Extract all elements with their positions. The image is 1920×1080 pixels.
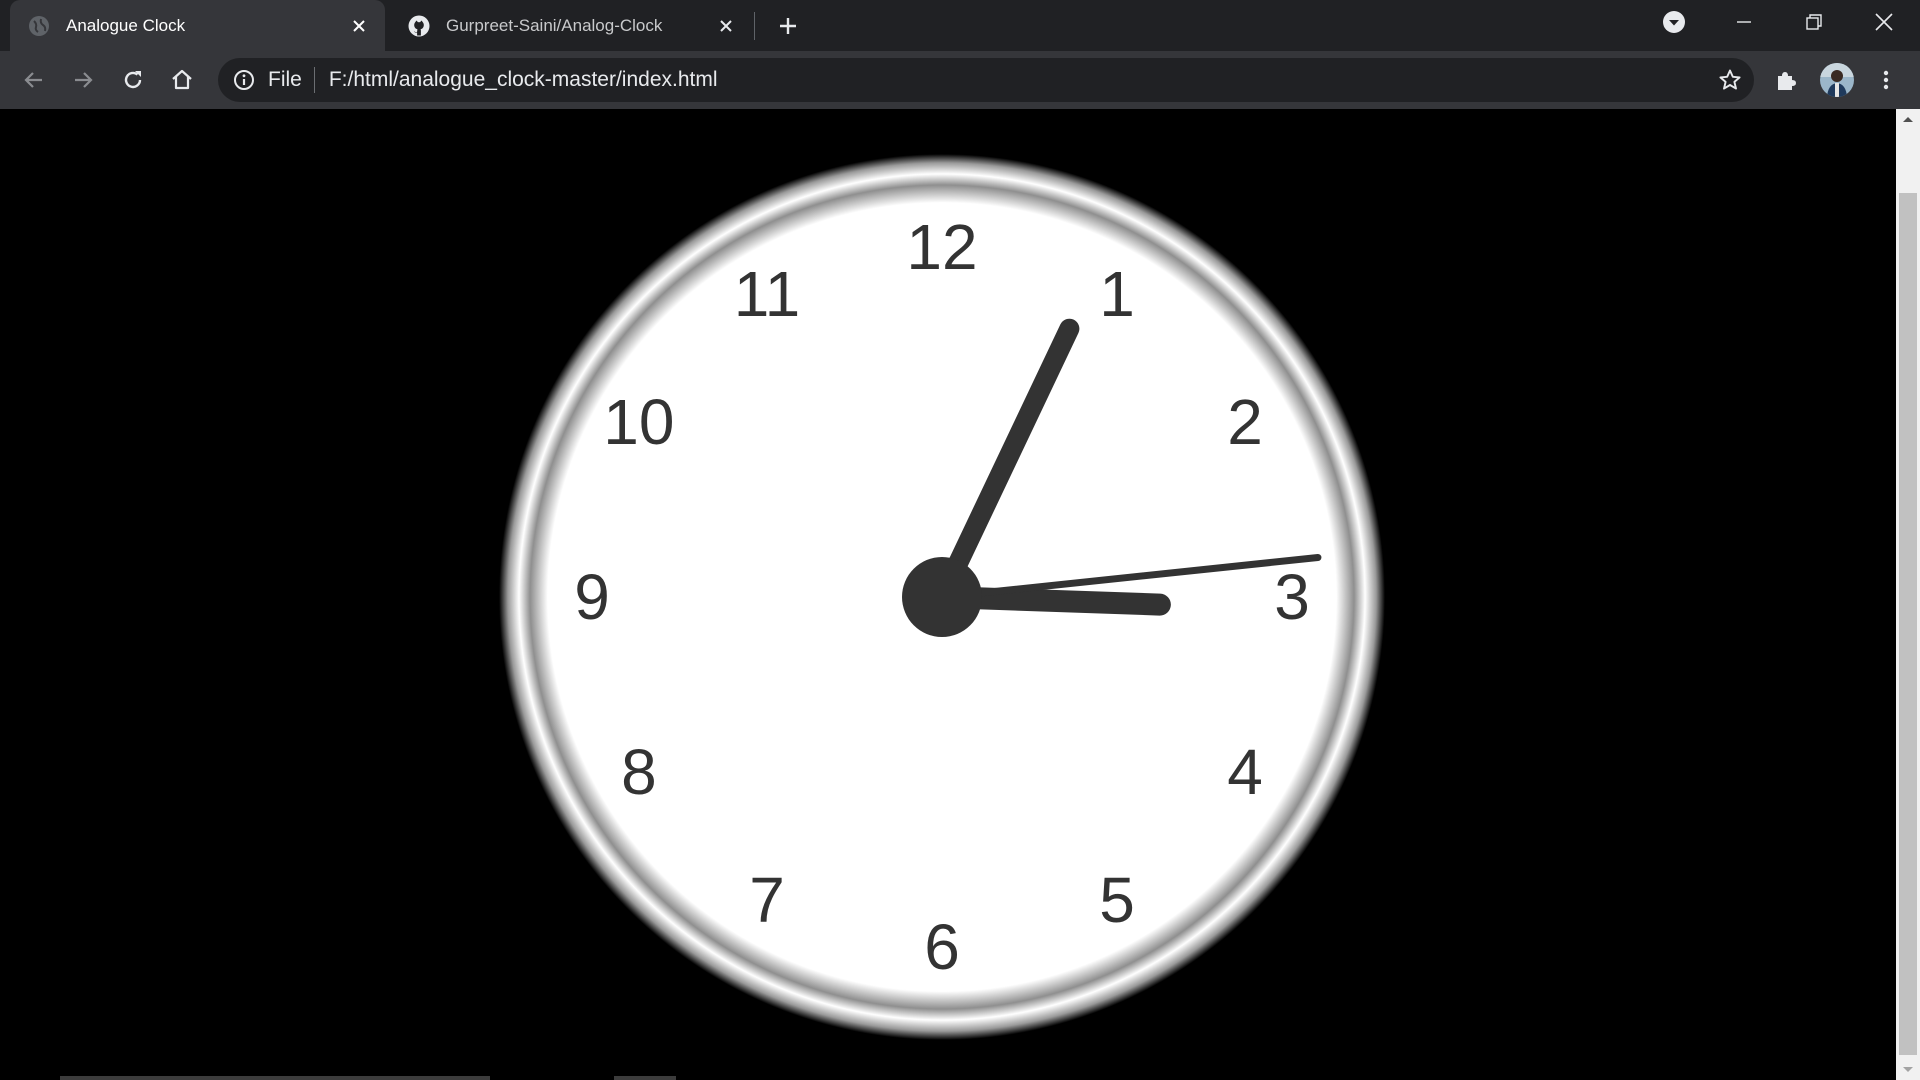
clock-number: 10 [603,386,674,458]
minimize-button[interactable] [1714,0,1774,44]
scroll-up-icon[interactable] [1896,109,1920,129]
url-scheme-label: File [268,68,302,91]
browser-toolbar: File F:/html/analogue_clock-master/index… [0,51,1920,109]
vertical-scrollbar[interactable] [1896,109,1920,1080]
close-icon[interactable] [349,16,369,36]
tab-title: Analogue Clock [66,15,186,35]
restore-button[interactable] [1784,0,1844,44]
bookmark-star-icon[interactable] [1718,68,1742,92]
extensions-button[interactable] [1770,64,1802,96]
plus-icon [780,18,796,34]
kebab-menu-icon [1883,70,1889,90]
puzzle-icon [1778,72,1796,90]
profile-avatar[interactable] [1820,63,1854,97]
clock-number: 5 [1099,864,1135,936]
address-bar[interactable]: File F:/html/analogue_clock-master/index… [218,58,1754,102]
bottom-bar-segment [60,1076,490,1080]
scrollbar-thumb[interactable] [1899,193,1917,1055]
minimize-icon [1737,21,1751,23]
tab-search-icon [1663,11,1685,33]
tab-analogue-clock[interactable]: Analogue Clock [10,0,385,51]
clock-number: 11 [734,258,800,330]
reload-icon [124,71,142,89]
clock-number: 2 [1227,386,1263,458]
browser-window: Analogue Clock Gurpreet-Saini/Analog-Clo… [0,0,1920,1080]
back-button[interactable] [18,64,50,96]
new-tab-button[interactable] [774,12,802,40]
arrow-right-icon [75,72,93,88]
menu-button[interactable] [1870,64,1902,96]
close-window-button[interactable] [1854,0,1914,44]
forward-button[interactable] [67,64,99,96]
bottom-bar-segment [614,1076,676,1080]
address-divider [313,67,315,93]
clock-number: 3 [1274,561,1310,633]
reload-button[interactable] [117,64,149,96]
tab-separator [754,12,755,40]
clock-number: 4 [1227,736,1263,808]
home-icon [172,69,192,90]
clock-center-cap [902,557,982,637]
clock-number: 7 [749,864,785,936]
clock-number: 9 [574,561,610,633]
scroll-down-icon[interactable] [1896,1060,1920,1080]
info-icon[interactable] [232,68,256,92]
close-icon[interactable] [716,16,736,36]
clock-number: 1 [1099,258,1135,330]
restore-icon [1806,14,1822,30]
tab-strip: Analogue Clock Gurpreet-Saini/Analog-Clo… [0,0,1920,51]
clock-number: 8 [621,736,657,808]
clock-number: 6 [924,911,960,983]
page-viewport: 12 1 2 3 4 5 6 7 8 9 10 11 [0,109,1896,1080]
tab-title: Gurpreet-Saini/Analog-Clock [446,15,663,35]
tab-search-button[interactable] [1644,0,1704,44]
globe-icon [28,15,50,37]
home-button[interactable] [166,64,198,96]
clock-number: 12 [906,211,977,283]
url-text[interactable]: F:/html/analogue_clock-master/index.html [329,68,718,92]
tab-github-analog-clock[interactable]: Gurpreet-Saini/Analog-Clock [390,0,752,51]
github-icon [408,15,430,37]
analogue-clock: 121234567891011 [499,154,1385,1040]
avatar-image [1820,63,1854,97]
arrow-left-icon [24,72,42,88]
close-icon [1875,13,1893,31]
